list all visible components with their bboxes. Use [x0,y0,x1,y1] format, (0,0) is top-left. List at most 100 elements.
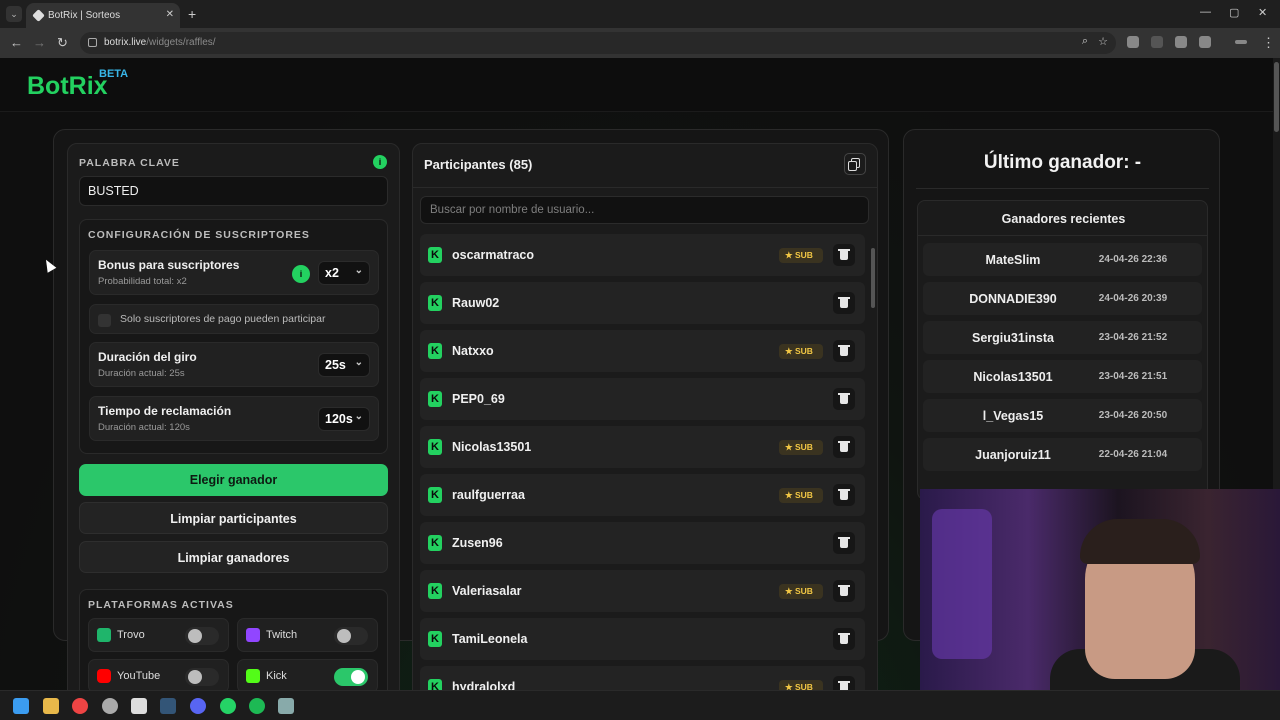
tab-search-button[interactable]: ⌄ [6,6,22,22]
sub-bonus-subtitle: Probabilidad total: x2 [98,276,187,287]
spotify-icon[interactable] [249,698,265,714]
participant-name: PEP0_69 [452,392,505,406]
forward-icon[interactable]: → [33,35,46,50]
trash-icon[interactable] [833,580,855,602]
minimize-icon[interactable]: — [1200,6,1211,18]
profile-icon[interactable] [1235,40,1247,44]
url-path: /widgets/raffles/ [146,37,216,48]
copy-icon[interactable] [844,153,866,175]
zoom-icon[interactable]: ⌕ [1082,35,1088,48]
whatsapp-icon[interactable] [220,698,236,714]
spin-duration-value: 25s [325,358,346,372]
file-explorer-icon[interactable] [43,698,59,714]
app-icon[interactable] [131,698,147,714]
winner-date: 23-04-26 21:52 [1098,332,1168,343]
winner-row: Juanjoruiz11 22-04-26 21:04 [923,438,1202,471]
kick-icon: K [428,391,442,407]
menu-kebab-icon[interactable]: ⋮ [1262,35,1275,51]
platform-kick: Kick [237,659,378,693]
participant-name: Rauw02 [452,296,500,310]
kick-icon: K [428,631,442,647]
beta-badge: BETA [99,68,129,80]
clear-winners-button[interactable]: Limpiar ganadores [79,541,388,573]
spin-duration-title: Duración del giro [98,350,197,364]
trash-icon[interactable] [833,292,855,314]
close-window-icon[interactable]: ✕ [1258,6,1267,19]
participant-name: TamiLeonela [452,632,528,646]
youtube-toggle[interactable] [185,668,219,686]
spin-duration-row: Duración del giro Duración actual: 25s 2… [89,342,379,387]
maximize-icon[interactable]: ▢ [1229,6,1239,19]
divider [413,187,877,188]
trash-icon[interactable] [833,484,855,506]
discord-icon[interactable] [190,698,206,714]
reload-icon[interactable]: ↻ [57,35,68,51]
sub-badge: ★ SUB [779,344,823,359]
sub-bonus-select[interactable]: x2 ⌄ [318,261,370,285]
kick-toggle[interactable] [334,668,368,686]
participant-row: K Valeriasalar ★ SUB [420,570,865,612]
divider [916,188,1209,189]
extension-icon[interactable] [1151,36,1163,48]
spin-duration-select[interactable]: 25s ⌄ [318,353,370,377]
chrome-icon[interactable] [72,698,88,714]
participant-name: raulfguerraa [452,488,525,502]
trash-icon[interactable] [833,436,855,458]
platform-name: Twitch [266,629,298,641]
app-icon[interactable] [102,698,118,714]
extensions-puzzle-icon[interactable] [1199,36,1211,48]
extension-icon[interactable] [1127,36,1139,48]
trash-icon[interactable] [833,388,855,410]
claim-time-select[interactable]: 120s ⌄ [318,407,370,431]
participants-panel: Participantes (85) Koscarmatraco ★ SUB K Ra… [412,143,878,703]
trovo-icon [97,628,111,642]
new-tab-icon[interactable]: + [188,6,196,22]
windows-start-icon[interactable] [13,698,29,714]
calculator-icon[interactable] [278,698,294,714]
back-icon[interactable]: ← [10,35,23,50]
steam-icon[interactable] [160,698,176,714]
platform-name: Kick [266,670,287,682]
trash-icon[interactable] [833,532,855,554]
participant-search-input[interactable] [420,196,869,224]
bookmark-star-icon[interactable]: ☆ [1098,35,1108,48]
participant-row: K Zusen96 [420,522,865,564]
sub-bonus-info-icon[interactable]: i [292,265,310,283]
extension-icon[interactable] [1175,36,1187,48]
site-info-icon[interactable] [88,38,97,47]
platform-trovo: Trovo [88,618,229,652]
platform-name: YouTube [117,670,161,682]
pick-winner-button[interactable]: Elegir ganador [79,464,388,496]
trash-icon[interactable] [833,340,855,362]
participants-scrollbar[interactable] [871,248,875,308]
trash-icon[interactable] [833,244,855,266]
kick-icon: K [428,487,442,503]
paid-only-checkbox[interactable] [98,314,111,327]
sub-badge: ★ SUB [779,584,823,599]
participant-name: oscarmatraco [452,248,534,262]
subscriber-config-title: CONFIGURACIÓN DE SUSCRIPTORES [88,229,310,241]
platform-twitch: Twitch [237,618,378,652]
chevron-down-icon: ⌄ [354,357,363,368]
trash-icon[interactable] [833,628,855,650]
kick-icon: K [428,535,442,551]
keyword-input[interactable] [79,176,388,206]
browser-tab[interactable]: BotRix | Sorteos ✕ [26,3,180,28]
url-bar[interactable]: botrix.live/widgets/raffles/ ⌕ ☆ [80,32,1116,54]
paid-only-row[interactable]: Solo suscriptores de pago pueden partici… [89,304,379,334]
kick-icon: K [428,343,442,359]
trovo-toggle[interactable] [185,627,219,645]
participant-row: Koscarmatraco ★ SUB [420,234,865,276]
claim-time-subtitle: Duración actual: 120s [98,422,190,433]
claim-time-title: Tiempo de reclamación [98,404,232,418]
windows-taskbar [0,690,1280,720]
keyword-info-icon[interactable]: i [373,155,387,169]
botrix-logo[interactable]: BotRix [27,72,108,101]
clear-participants-button[interactable]: Limpiar participantes [79,502,388,534]
address-toolbar: ← → ↻ botrix.live/widgets/raffles/ ⌕ ☆ ⋮ [0,28,1280,58]
participant-row: K Nicolas13501 ★ SUB [420,426,865,468]
close-tab-icon[interactable]: ✕ [166,9,174,20]
participant-name: Natxxo [452,344,494,358]
twitch-toggle[interactable] [334,627,368,645]
participants-title: Participantes (85) [424,157,533,172]
